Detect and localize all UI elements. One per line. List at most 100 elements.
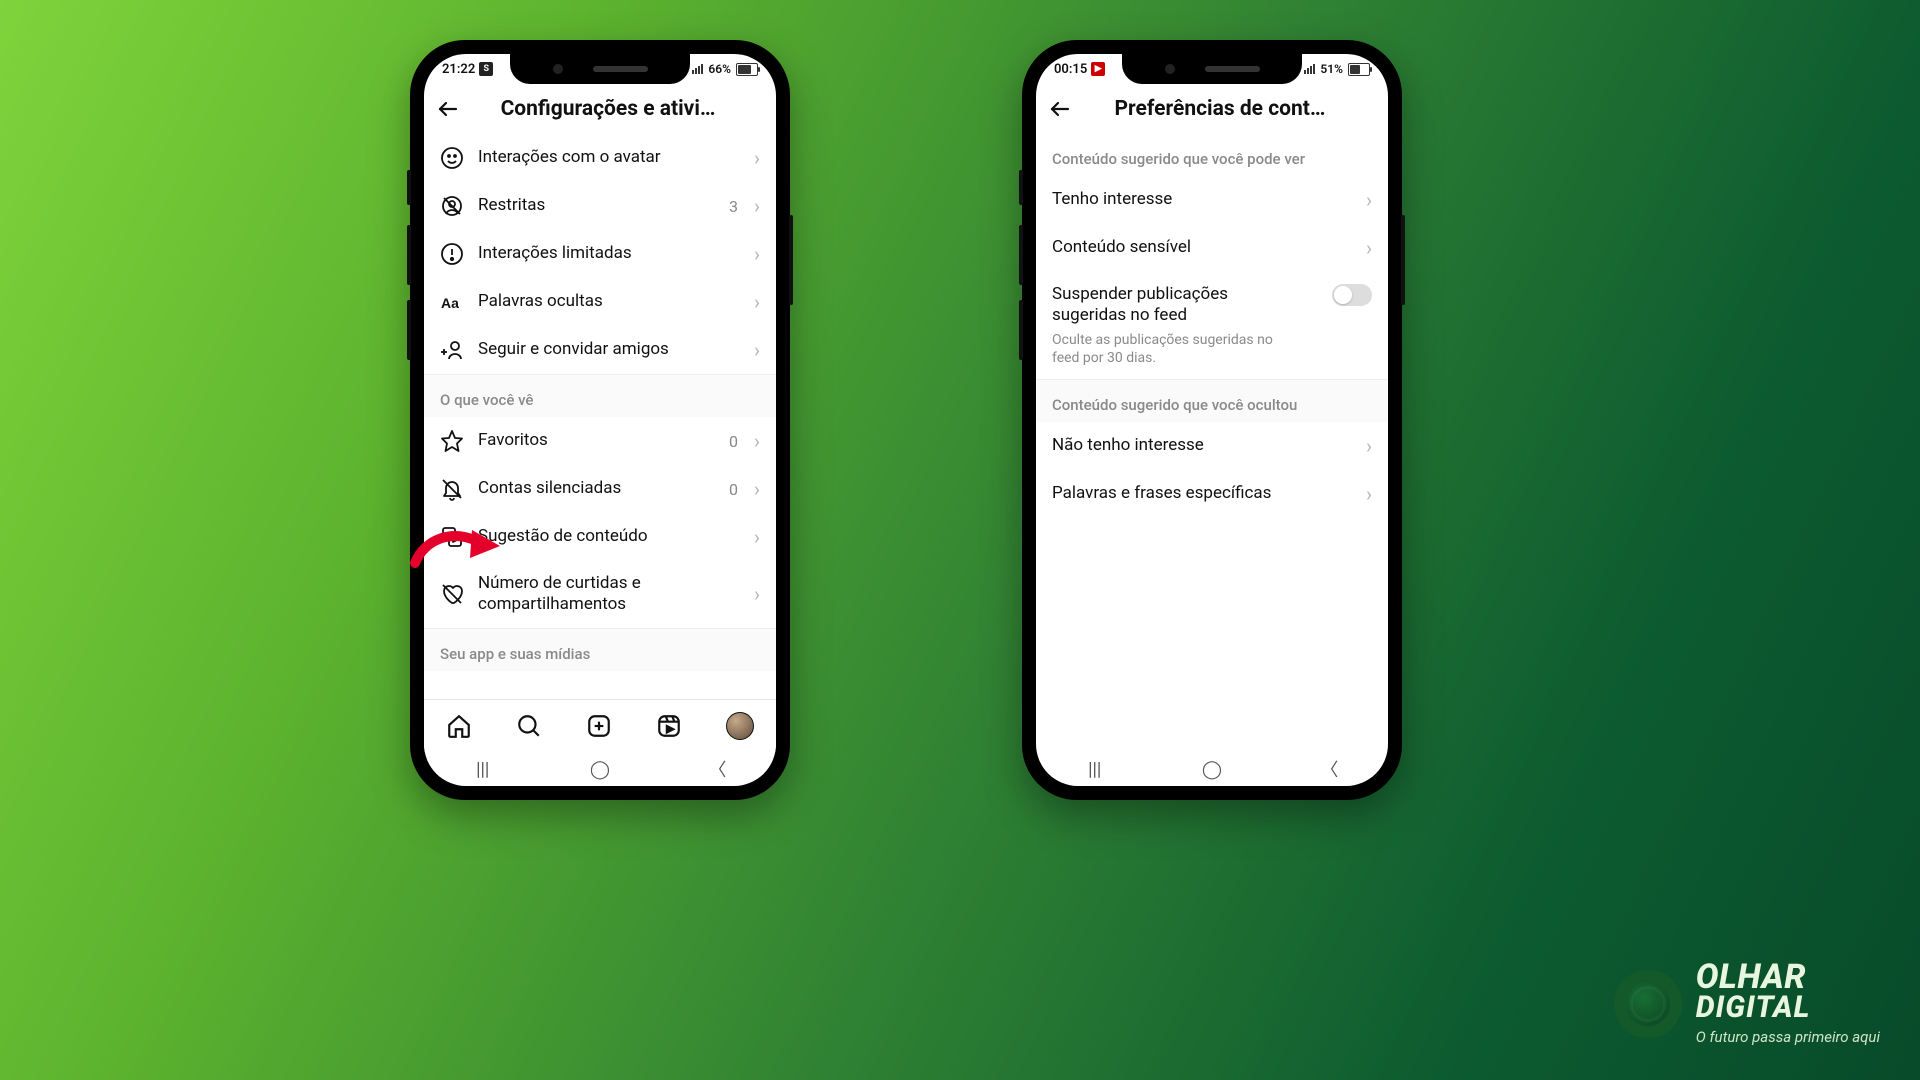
chevron-right-icon: › <box>754 431 760 451</box>
search-tab-icon[interactable] <box>516 713 542 739</box>
row-label: Interações limitadas <box>478 243 740 264</box>
android-nav-bar: ||| ◯ 〈 <box>1036 752 1388 786</box>
brand-tagline: O futuro passa primeiro aqui <box>1696 1028 1880 1046</box>
status-time: 00:15 <box>1054 62 1087 77</box>
status-time: 21:22 <box>442 62 475 77</box>
row-label: Restritas <box>478 195 715 216</box>
bell-off-icon <box>440 477 464 501</box>
chevron-right-icon: › <box>1366 484 1372 504</box>
row-subtitle: Oculte as publicações sugeridas no feed … <box>1052 331 1292 367</box>
back-arrow-icon[interactable] <box>1048 97 1072 121</box>
row-label: Suspender publicações sugeridas no feed <box>1052 284 1292 327</box>
brand-watermark: OLHAR DIGITAL O futuro passa primeiro aq… <box>1614 961 1880 1046</box>
screen-header: Configurações e ativi… <box>424 84 776 134</box>
pref-row-interested[interactable]: Tenho interesse › <box>1036 176 1388 224</box>
settings-row-limited-interactions[interactable]: Interações limitadas › <box>424 230 776 278</box>
section-header: Seu app e suas mídias <box>424 628 776 671</box>
profile-tab-avatar[interactable] <box>726 712 754 740</box>
section-header: Conteúdo sugerido que você pode ver <box>1036 134 1388 176</box>
battery-icon <box>736 63 758 76</box>
chevron-right-icon: › <box>1366 190 1372 210</box>
brand-logo-icon <box>1614 970 1682 1038</box>
row-label: Sugestão de conteúdo <box>478 526 740 547</box>
chevron-right-icon: › <box>754 244 760 264</box>
row-label: Interações com o avatar <box>478 147 740 168</box>
android-nav-bar: ||| ◯ 〈 <box>424 752 776 786</box>
section-header: Conteúdo sugerido que você ocultou <box>1036 379 1388 422</box>
signal-icon <box>692 64 703 74</box>
content-icon <box>440 525 464 549</box>
row-label: Palavras ocultas <box>478 291 740 312</box>
avatar-icon <box>440 146 464 170</box>
settings-row-likes-shares[interactable]: Número de curtidas e compartilhamentos › <box>424 561 776 628</box>
home-button[interactable]: ◯ <box>1182 759 1242 780</box>
signal-icon <box>1304 64 1315 74</box>
toggle-switch[interactable] <box>1332 284 1372 306</box>
pref-row-suspend-suggested[interactable]: Suspender publicações sugeridas no feed … <box>1036 272 1388 379</box>
chevron-right-icon: › <box>754 196 760 216</box>
pref-row-not-interested[interactable]: Não tenho interesse › <box>1036 422 1388 470</box>
home-button[interactable]: ◯ <box>570 759 630 780</box>
phone-notch <box>1122 54 1302 84</box>
row-label: Tenho interesse <box>1052 189 1352 210</box>
settings-row-favorites[interactable]: Favoritos 0 › <box>424 417 776 465</box>
chevron-right-icon: › <box>754 584 760 604</box>
chevron-right-icon: › <box>754 148 760 168</box>
page-title: Preferências de cont… <box>1084 97 1356 121</box>
chevron-right-icon: › <box>1366 238 1372 258</box>
preferences-list: Conteúdo sugerido que você pode ver Tenh… <box>1036 134 1388 752</box>
chevron-right-icon: › <box>1366 436 1372 456</box>
status-badge-icon: S <box>479 62 493 76</box>
row-label: Seguir e convidar amigos <box>478 339 740 360</box>
recents-button[interactable]: ||| <box>453 759 513 780</box>
settings-row-follow-invite[interactable]: Seguir e convidar amigos › <box>424 326 776 374</box>
back-button[interactable]: 〈 <box>687 756 747 782</box>
phone-notch <box>510 54 690 84</box>
aa-icon: Aa <box>440 290 464 314</box>
settings-row-avatar-interactions[interactable]: Interações com o avatar › <box>424 134 776 182</box>
chevron-right-icon: › <box>754 479 760 499</box>
screen-header: Preferências de cont… <box>1036 84 1388 134</box>
create-tab-icon[interactable] <box>586 713 612 739</box>
row-label: Favoritos <box>478 430 715 451</box>
recents-button[interactable]: ||| <box>1065 759 1125 780</box>
alert-icon <box>440 242 464 266</box>
add-user-icon <box>440 338 464 362</box>
settings-row-muted-accounts[interactable]: Contas silenciadas 0 › <box>424 465 776 513</box>
chevron-right-icon: › <box>754 292 760 312</box>
chevron-right-icon: › <box>754 340 760 360</box>
row-label: Não tenho interesse <box>1052 435 1352 456</box>
reels-tab-icon[interactable] <box>656 713 682 739</box>
tutorial-image: 21:22 S 66% Configurações e ativi… <box>0 0 1920 1080</box>
settings-row-restricted[interactable]: Restritas 3 › <box>424 182 776 230</box>
settings-list: Interações com o avatar › Restritas 3 › … <box>424 134 776 699</box>
home-tab-icon[interactable] <box>446 713 472 739</box>
settings-row-hidden-words[interactable]: Aa Palavras ocultas › <box>424 278 776 326</box>
star-icon <box>440 429 464 453</box>
heart-off-icon <box>440 582 464 606</box>
pref-row-sensitive-content[interactable]: Conteúdo sensível › <box>1036 224 1388 272</box>
battery-percent: 66% <box>708 62 731 76</box>
row-value: 0 <box>729 480 738 499</box>
phone-left: 21:22 S 66% Configurações e ativi… <box>410 40 790 800</box>
row-value: 0 <box>729 432 738 451</box>
pref-row-specific-words[interactable]: Palavras e frases específicas › <box>1036 470 1388 518</box>
back-button[interactable]: 〈 <box>1299 756 1359 782</box>
chevron-right-icon: › <box>754 527 760 547</box>
row-label: Palavras e frases específicas <box>1052 483 1352 504</box>
settings-row-content-suggestion[interactable]: Sugestão de conteúdo › <box>424 513 776 561</box>
status-badge-icon: ▶ <box>1091 62 1105 76</box>
row-label: Conteúdo sensível <box>1052 237 1352 258</box>
row-label: Número de curtidas e compartilhamentos <box>478 573 740 616</box>
brand-name-2: DIGITAL <box>1696 994 1880 1023</box>
section-header: O que você vê <box>424 374 776 417</box>
battery-icon <box>1348 63 1370 76</box>
battery-percent: 51% <box>1320 62 1343 76</box>
row-value: 3 <box>729 197 738 216</box>
back-arrow-icon[interactable] <box>436 97 460 121</box>
phone-right: 00:15 ▶ 51% Preferências de cont… Conteú… <box>1022 40 1402 800</box>
bottom-tab-bar <box>424 699 776 752</box>
blocked-icon <box>440 194 464 218</box>
brand-name-1: OLHAR <box>1696 961 1880 993</box>
row-label: Contas silenciadas <box>478 478 715 499</box>
